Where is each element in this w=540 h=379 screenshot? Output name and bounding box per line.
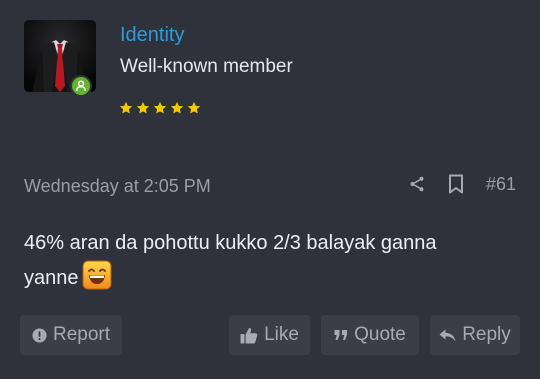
post-meta-actions: #61 bbox=[408, 172, 516, 196]
reply-label: Reply bbox=[462, 324, 511, 345]
star-icon bbox=[153, 101, 167, 114]
member-rating bbox=[119, 101, 201, 115]
online-status-badge bbox=[70, 75, 92, 97]
post-date[interactable]: Wednesday at 2:05 PM bbox=[24, 174, 211, 198]
reply-button[interactable]: Reply bbox=[430, 315, 520, 355]
star-icon bbox=[187, 101, 201, 114]
report-label: Report bbox=[52, 324, 111, 345]
like-button[interactable]: Like bbox=[229, 315, 310, 355]
quote-icon bbox=[334, 330, 348, 340]
grinning-face-icon bbox=[82, 260, 112, 301]
bookmark-icon[interactable] bbox=[448, 174, 464, 194]
like-label: Like bbox=[264, 324, 299, 345]
user-title: Well-known member bbox=[120, 56, 293, 77]
share-icon[interactable] bbox=[408, 175, 426, 193]
post-number-link[interactable]: #61 bbox=[486, 172, 516, 196]
thumbs-up-icon bbox=[240, 327, 258, 343]
post-message: 46% aran da pohottu kukko 2/3 balayak ga… bbox=[24, 226, 494, 301]
forum-post: Identity Well-known member Wednesday at … bbox=[0, 0, 540, 379]
username-link[interactable]: Identity bbox=[120, 22, 184, 48]
star-icon bbox=[170, 101, 184, 114]
star-icon bbox=[136, 101, 150, 114]
reply-arrow-icon bbox=[439, 329, 456, 341]
alert-circle-icon bbox=[32, 327, 47, 343]
star-icon bbox=[119, 101, 133, 114]
quote-label: Quote bbox=[354, 324, 406, 345]
report-button[interactable]: Report bbox=[20, 315, 122, 355]
user-icon bbox=[75, 80, 87, 92]
quote-button[interactable]: Quote bbox=[321, 315, 419, 355]
